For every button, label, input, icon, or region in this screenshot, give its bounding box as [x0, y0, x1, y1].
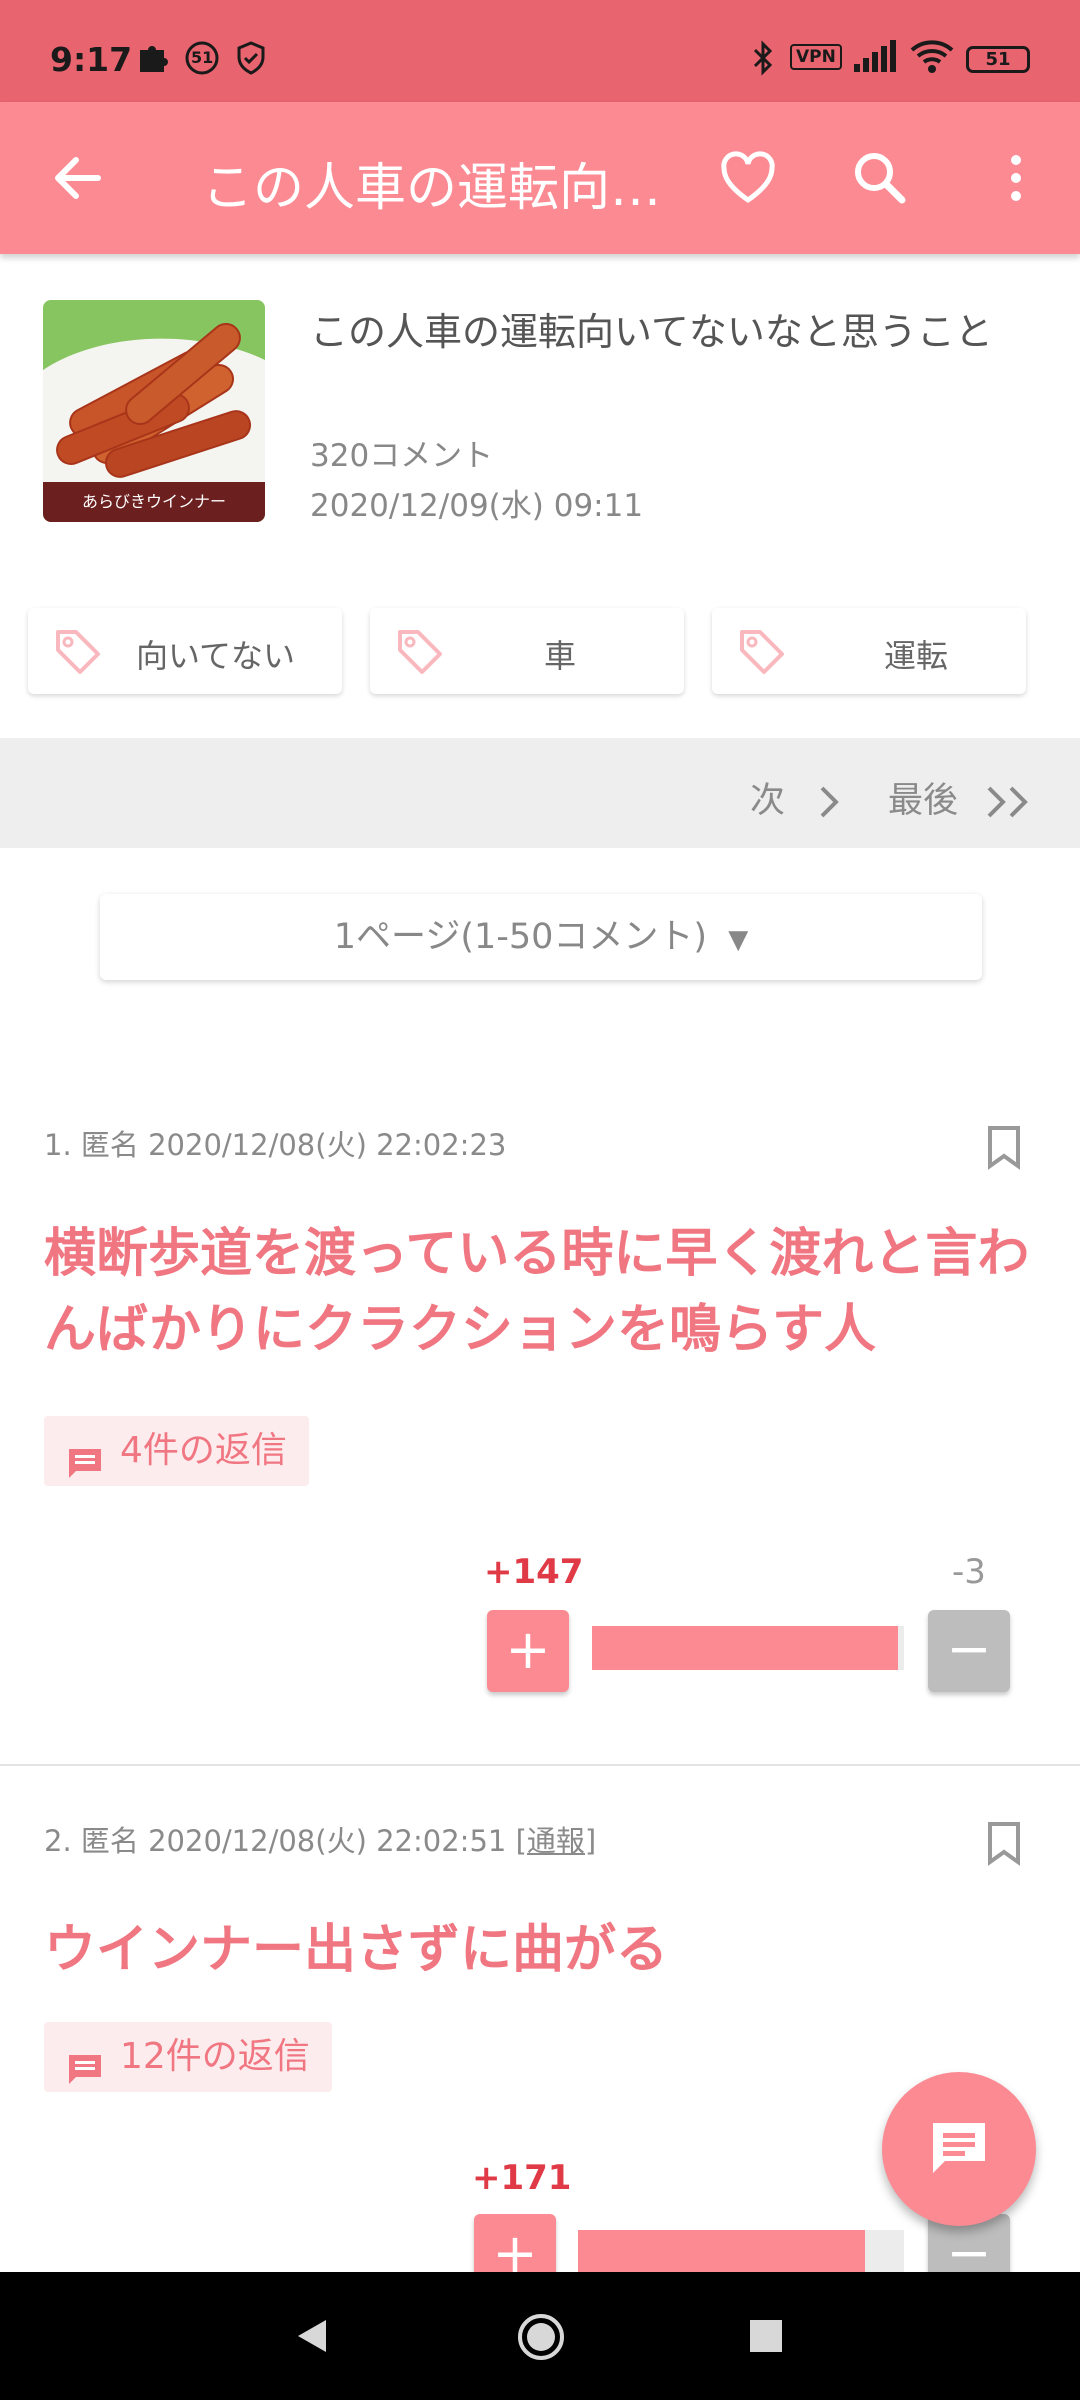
topic-comment-count: 320コメント: [310, 438, 494, 474]
double-chevron-right-icon: [987, 786, 1028, 818]
app-bar-title: この人車の運転向いてないなと思うこと: [202, 159, 682, 218]
status-time: 9:17: [50, 40, 133, 79]
topic-title: この人車の運転向いてないなと思うこと: [310, 310, 993, 354]
comment-icon: [66, 2040, 104, 2110]
topic-date: 2020/12/09(水) 09:11: [310, 488, 644, 524]
bookmark-icon[interactable]: [984, 1124, 1024, 1170]
plus-count: +171: [472, 2158, 572, 2198]
nav-home-icon[interactable]: [516, 2312, 566, 2366]
minus-count: -3: [952, 1552, 986, 1592]
tag-icon: [736, 626, 788, 682]
vote-ratio-fill: [578, 2230, 865, 2274]
battery-icon: 51: [966, 46, 1030, 73]
comment-icon: [933, 2123, 985, 2173]
vpn-icon: VPN: [790, 44, 842, 70]
reply-count-button[interactable]: 4件の返信: [44, 1416, 309, 1486]
comment-icon: [66, 1434, 104, 1504]
search-icon[interactable]: [848, 146, 912, 210]
battery-level: 51: [966, 46, 1030, 73]
next-page-link[interactable]: 次: [750, 772, 844, 823]
tag-chip[interactable]: 向いてない: [28, 608, 342, 694]
comment-meta-text: 1. 匿名 2020/12/08(火) 22:02:23: [44, 1128, 507, 1162]
vote-ratio-bar: [578, 2230, 904, 2274]
comment-meta: 1. 匿名 2020/12/08(火) 22:02:23: [44, 1122, 506, 1164]
tag-chip[interactable]: 車: [370, 608, 684, 694]
sausage-image: [43, 300, 265, 482]
comment-meta-text: 2. 匿名 2020/12/08(火) 22:02:51: [44, 1824, 507, 1858]
more-vert-icon[interactable]: [984, 146, 1048, 210]
status-bar: 9:17 51 VPN 51: [0, 0, 1080, 102]
page-select-label: 1ページ(1-50コメント): [333, 917, 708, 957]
back-arrow-icon[interactable]: [46, 146, 110, 210]
vote-ratio-fill: [592, 1626, 898, 1670]
vote-ratio-bar: [592, 1626, 904, 1670]
topic-header: あらびきウインナー この人車の運転向いてないなと思うこと 320コメント 202…: [0, 254, 1080, 554]
tag-label: 運転: [884, 637, 949, 675]
reply-count-button[interactable]: 12件の返信: [44, 2022, 332, 2092]
tag-label: 車: [544, 637, 577, 675]
reply-count-label: 4件の返信: [120, 1430, 287, 1471]
thumbnail-caption: あらびきウインナー: [43, 482, 265, 522]
heart-icon[interactable]: [716, 146, 780, 210]
tag-icon: [394, 626, 446, 682]
nav-recents-icon[interactable]: [748, 2318, 784, 2358]
last-label: 最後: [888, 781, 959, 821]
bookmark-icon[interactable]: [984, 1820, 1024, 1866]
page-select-dropdown[interactable]: 1ページ(1-50コメント) ▼: [100, 894, 982, 980]
signal-icon: [852, 40, 896, 78]
minus-vote-button[interactable]: −: [928, 1610, 1010, 1692]
comment-divider: [0, 1764, 1080, 1766]
shield-check-icon: [234, 40, 268, 80]
bluetooth-icon: [748, 40, 778, 80]
chevron-right-icon: [820, 786, 839, 818]
topic-thumbnail[interactable]: あらびきウインナー: [43, 300, 265, 522]
last-page-link[interactable]: 最後: [888, 772, 1037, 823]
tag-icon: [52, 626, 104, 682]
vpn-label: VPN: [790, 44, 842, 70]
notification-count: 51: [191, 48, 214, 67]
pager-bar: 次 最後: [0, 738, 1080, 848]
reply-count-label: 12件の返信: [120, 2036, 310, 2077]
tag-chip[interactable]: 運転: [712, 608, 1026, 694]
report-link[interactable]: [通報]: [516, 1824, 597, 1858]
post-comment-fab[interactable]: [882, 2072, 1036, 2226]
comment-meta: 2. 匿名 2020/12/08(火) 22:02:51 [通報]: [44, 1818, 596, 1860]
nav-back-icon[interactable]: [292, 2316, 332, 2360]
tag-label: 向いてない: [136, 637, 296, 675]
plus-count: +147: [484, 1552, 584, 1592]
next-label: 次: [750, 781, 786, 821]
notification-count-icon: 51: [184, 40, 220, 80]
plus-vote-button[interactable]: +: [487, 1610, 569, 1692]
puzzle-icon: [136, 40, 170, 78]
wifi-icon: [910, 40, 954, 78]
app-bar: この人車の運転向いてないなと思うこと: [0, 102, 1080, 254]
dropdown-arrow-icon: ▼: [728, 925, 749, 955]
system-nav-bar: [0, 2272, 1080, 2400]
comment-body: ウインナー出さずに曲がる: [44, 1920, 669, 1980]
comment-body: 横断歩道を渡っている時に早く渡れと言わんばかりにクラクションを鳴らす人: [44, 1224, 1030, 1360]
